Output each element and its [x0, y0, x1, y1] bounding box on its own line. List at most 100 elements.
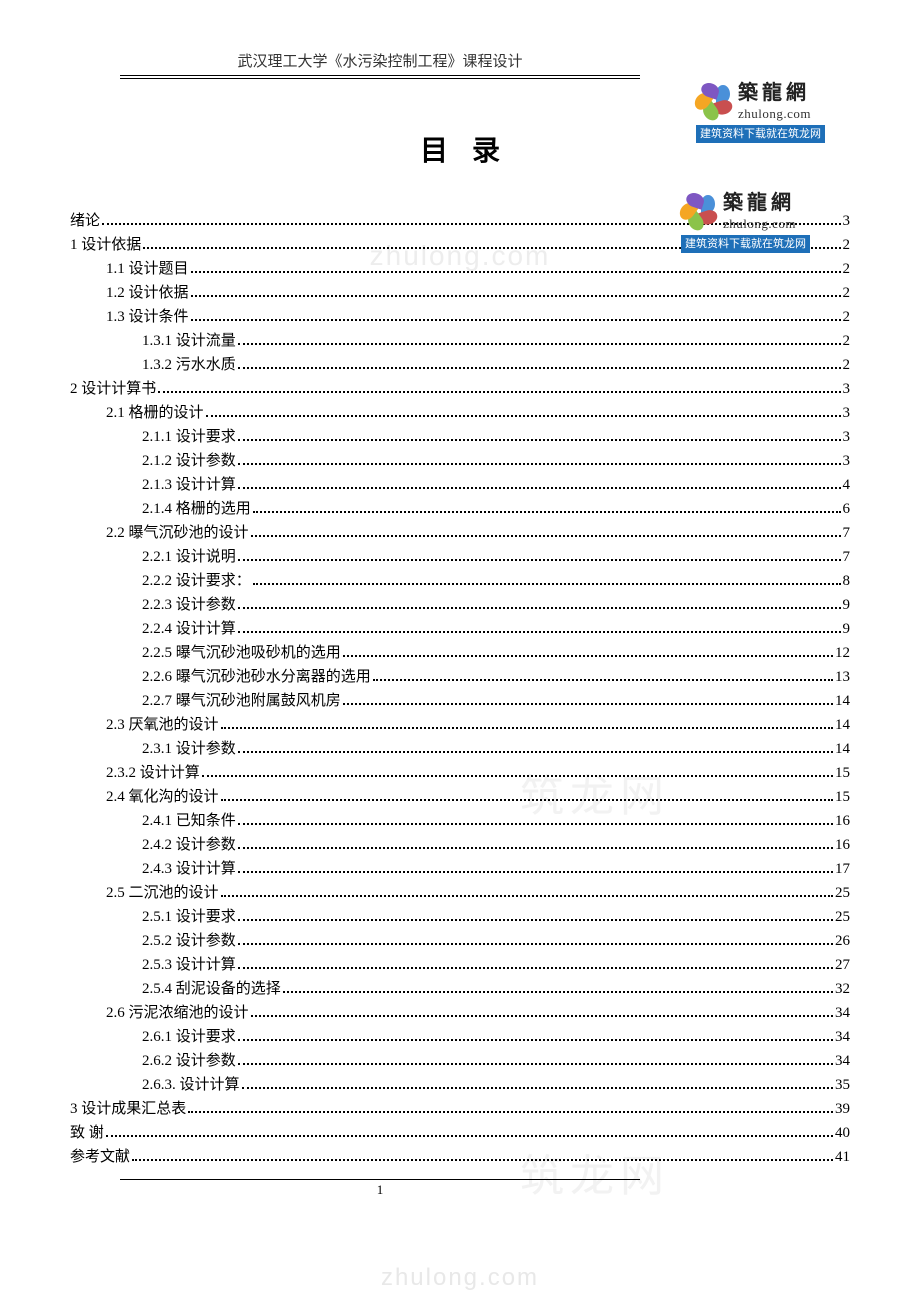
toc-label: 2.6.3. 设计计算	[142, 1073, 240, 1097]
toc-page: 16	[835, 809, 850, 833]
toc-page: 14	[835, 689, 850, 713]
toc-page: 12	[835, 641, 850, 665]
toc-page: 32	[835, 977, 850, 1001]
toc-label: 2.6.1 设计要求	[142, 1025, 236, 1049]
logo-top: 築龍網 zhulong.com 建筑资料下载就在筑龙网	[696, 80, 825, 143]
toc-row: 2.6.2 设计参数 34	[70, 1049, 850, 1073]
toc-page: 40	[835, 1121, 850, 1145]
toc-label: 2.3.1 设计参数	[142, 737, 236, 761]
toc-label: 致 谢	[70, 1121, 104, 1145]
toc-page: 14	[835, 713, 850, 737]
toc-dots	[221, 799, 833, 801]
toc-row: 2 设计计算书3	[70, 377, 850, 401]
toc-dots	[238, 463, 841, 465]
toc-page: 34	[835, 1049, 850, 1073]
toc-dots	[132, 1159, 833, 1161]
toc-label: 2.1.1 设计要求	[142, 425, 236, 449]
toc-row: 2.3.2 设计计算 15	[70, 761, 850, 785]
toc-row: 2.4.2 设计参数16	[70, 833, 850, 857]
logo-en-text: zhulong.com	[723, 216, 796, 233]
toc-row: 1.3.1 设计流量2	[70, 329, 850, 353]
toc-row: 2.2.1 设计说明7	[70, 545, 850, 569]
toc-page: 2	[843, 329, 851, 353]
toc-dots	[191, 295, 841, 297]
toc-label: 2.2.3 设计参数	[142, 593, 236, 617]
toc-dots	[221, 727, 833, 729]
toc-dots	[191, 271, 841, 273]
toc-page: 3	[843, 425, 851, 449]
toc-page: 39	[835, 1097, 850, 1121]
toc-row: 1.1 设计题目 2	[70, 257, 850, 281]
toc-dots	[238, 343, 841, 345]
toc-row: 2.6.3. 设计计算35	[70, 1073, 850, 1097]
toc-page: 15	[835, 761, 850, 785]
toc-dots	[238, 847, 833, 849]
logo-en-text: zhulong.com	[738, 106, 811, 123]
toc-dots	[202, 775, 833, 777]
toc-page: 6	[843, 497, 851, 521]
toc-dots	[238, 631, 841, 633]
toc-dots	[158, 391, 840, 393]
toc-row: 2.1.4 格栅的选用 6	[70, 497, 850, 521]
toc-page: 2	[843, 353, 851, 377]
logo-cn-text: 築龍網	[738, 80, 811, 106]
toc-dots	[238, 607, 841, 609]
header-text: 武汉理工大学《水污染控制工程》课程设计	[120, 50, 640, 76]
toc-label: 3 设计成果汇总表	[70, 1097, 186, 1121]
toc-row: 1.2 设计依据 2	[70, 281, 850, 305]
pinwheel-icon	[696, 83, 732, 119]
toc-row: 2.3 厌氧池的设计14	[70, 713, 850, 737]
toc-page: 34	[835, 1001, 850, 1025]
toc-label: 2.5.1 设计要求	[142, 905, 236, 929]
toc-label: 2.2.5 曝气沉砂池吸砂机的选用	[142, 641, 341, 665]
toc-label: 2.2.1 设计说明	[142, 545, 236, 569]
toc-page: 16	[835, 833, 850, 857]
logo-tagline: 建筑资料下载就在筑龙网	[681, 235, 810, 253]
toc-dots	[238, 871, 833, 873]
toc-page: 13	[835, 665, 850, 689]
toc-label: 2.2.2 设计要求：	[142, 569, 251, 593]
toc-page: 34	[835, 1025, 850, 1049]
toc-dots	[238, 967, 833, 969]
toc-row: 2.2 曝气沉砂池的设计 7	[70, 521, 850, 545]
toc-label: 绪论	[70, 209, 100, 233]
toc-row: 3 设计成果汇总表 39	[70, 1097, 850, 1121]
toc-page: 14	[835, 737, 850, 761]
toc-page: 2	[843, 281, 851, 305]
toc-dots	[238, 823, 833, 825]
toc-dots	[221, 895, 833, 897]
table-of-contents: 绪论31 设计依据21.1 设计题目21.2 设计依据21.3 设计条件21.3…	[70, 209, 850, 1169]
toc-page: 3	[843, 449, 851, 473]
toc-label: 1.3 设计条件	[106, 305, 189, 329]
toc-label: 2.1.4 格栅的选用	[142, 497, 251, 521]
toc-label: 1.1 设计题目	[106, 257, 189, 281]
toc-label: 1.2 设计依据	[106, 281, 189, 305]
toc-dots	[251, 1015, 833, 1017]
toc-dots	[238, 487, 841, 489]
toc-page: 7	[843, 521, 851, 545]
toc-label: 2.4.3 设计计算	[142, 857, 236, 881]
page-number: 1	[120, 1179, 640, 1198]
toc-label: 2.6.2 设计参数	[142, 1049, 236, 1073]
toc-row: 1.3.2 污水水质2	[70, 353, 850, 377]
toc-label: 2.2 曝气沉砂池的设计	[106, 521, 249, 545]
toc-dots	[206, 415, 841, 417]
toc-label: 2.3.2 设计计算	[106, 761, 200, 785]
toc-row: 2.2.5 曝气沉砂池吸砂机的选用 12	[70, 641, 850, 665]
toc-row: 2.2.4 设计计算9	[70, 617, 850, 641]
toc-row: 2.4.1 已知条件 16	[70, 809, 850, 833]
toc-row: 2.6 污泥浓缩池的设计 34	[70, 1001, 850, 1025]
toc-row: 2.1.1 设计要求 3	[70, 425, 850, 449]
toc-page: 25	[835, 881, 850, 905]
toc-page: 2	[843, 305, 851, 329]
toc-dots	[188, 1111, 833, 1113]
toc-dots	[251, 535, 841, 537]
toc-row: 2.4 氧化沟的设计15	[70, 785, 850, 809]
toc-label: 2.6 污泥浓缩池的设计	[106, 1001, 249, 1025]
toc-label: 1 设计依据	[70, 233, 141, 257]
toc-label: 2.4 氧化沟的设计	[106, 785, 219, 809]
toc-page: 3	[843, 209, 851, 233]
toc-label: 2.4.1 已知条件	[142, 809, 236, 833]
toc-page: 3	[843, 401, 851, 425]
toc-page: 2	[843, 257, 851, 281]
